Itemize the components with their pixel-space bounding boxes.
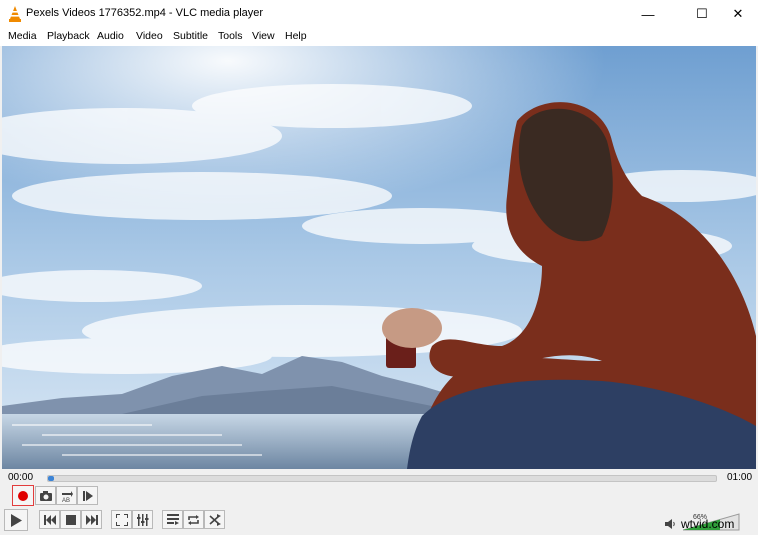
- previous-icon: [43, 514, 56, 525]
- record-icon: [18, 490, 28, 501]
- seek-bar-fill: [48, 476, 54, 481]
- snapshot-icon: [39, 490, 52, 501]
- shuffle-icon: [208, 513, 221, 526]
- fullscreen-button[interactable]: [111, 510, 132, 529]
- video-scene: [2, 46, 756, 469]
- controls-panel: 00:00 01:00 AB 66% wtvid.com: [0, 469, 758, 535]
- stop-icon: [65, 514, 76, 525]
- speaker-icon[interactable]: [665, 519, 676, 529]
- frame-step-button[interactable]: [77, 486, 98, 505]
- stop-button[interactable]: [60, 510, 81, 529]
- play-button[interactable]: [4, 509, 28, 531]
- frame-step-icon: [82, 490, 93, 501]
- close-button[interactable]: ✕: [716, 0, 758, 28]
- menu-bar: Media Playback Audio Video Subtitle Tool…: [0, 28, 758, 46]
- menu-media[interactable]: Media: [8, 30, 37, 42]
- svg-text:AB: AB: [62, 498, 70, 502]
- menu-video[interactable]: Video: [136, 30, 163, 42]
- playlist-button[interactable]: [162, 510, 183, 529]
- menu-help[interactable]: Help: [285, 30, 307, 42]
- playlist-icon: [166, 514, 179, 525]
- minimize-button[interactable]: —: [626, 0, 670, 28]
- elapsed-time: 00:00: [8, 472, 34, 483]
- next-icon: [85, 514, 98, 525]
- next-button[interactable]: [81, 510, 102, 529]
- fullscreen-icon: [115, 513, 128, 526]
- seek-bar[interactable]: [47, 475, 717, 482]
- play-icon: [11, 513, 22, 527]
- menu-view[interactable]: View: [252, 30, 275, 42]
- title-bar: Pexels Videos 1776352.mp4 - VLC media pl…: [0, 0, 758, 28]
- window-title: Pexels Videos 1776352.mp4 - VLC media pl…: [26, 7, 264, 19]
- loop-icon: [188, 514, 199, 525]
- loop-ab-icon: AB: [61, 491, 73, 502]
- shuffle-button[interactable]: [204, 510, 225, 529]
- total-time: 01:00: [727, 472, 753, 483]
- loop-button[interactable]: [183, 510, 204, 529]
- video-frame[interactable]: [2, 46, 756, 469]
- vlc-cone-icon: [9, 6, 21, 22]
- previous-button[interactable]: [39, 510, 60, 529]
- menu-audio[interactable]: Audio: [97, 30, 124, 42]
- loop-ab-button[interactable]: AB: [56, 486, 77, 505]
- extended-settings-icon: [136, 513, 148, 526]
- record-button[interactable]: [12, 485, 34, 506]
- menu-playback[interactable]: Playback: [47, 30, 90, 42]
- menu-subtitle[interactable]: Subtitle: [173, 30, 208, 42]
- extended-settings-button[interactable]: [132, 510, 153, 529]
- menu-tools[interactable]: Tools: [218, 30, 243, 42]
- snapshot-button[interactable]: [35, 486, 56, 505]
- watermark: wtvid.com: [681, 517, 735, 531]
